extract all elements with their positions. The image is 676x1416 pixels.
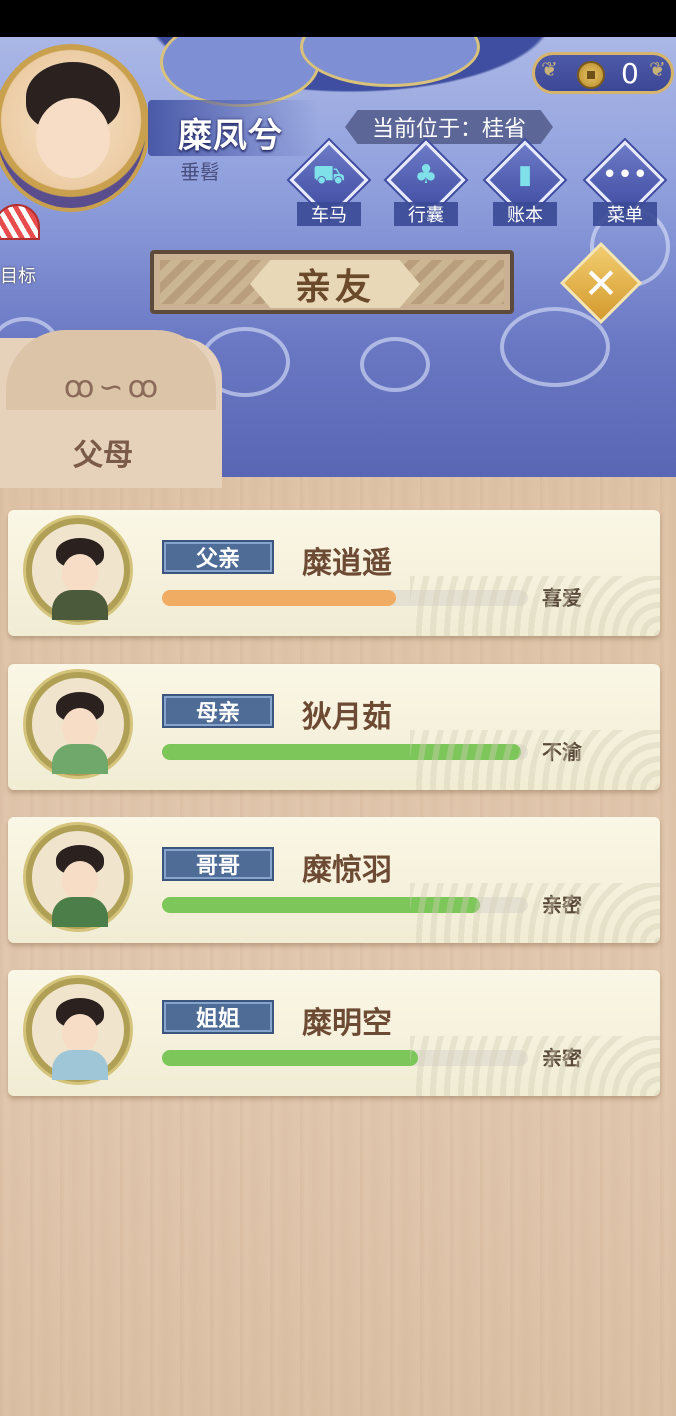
cloud-swirl [500,307,610,387]
relative-name: 糜逍遥 [302,546,392,581]
bamboo-icon: ❦ [541,57,558,81]
nav-label: 菜单 [593,202,657,226]
mood-label: 不渝 [542,740,582,764]
relative-avatar[interactable] [26,978,130,1082]
affinity-bar-fill [162,1050,419,1066]
relation-tag: 姐姐 [162,1000,274,1034]
relative-card[interactable]: 哥哥 糜惊羽 亲密 [8,817,660,943]
coin-counter[interactable]: ❦ 0 ❦ [532,52,674,94]
relative-card[interactable]: 父亲 糜逍遥 喜爱 [8,510,660,636]
nav-bag-button[interactable]: ♣ 行囊 [386,140,466,228]
relative-avatar[interactable] [26,825,130,929]
ledger-icon: ▮ [517,160,533,190]
nav-label: 车马 [297,202,361,226]
relation-tag: 母亲 [162,694,274,728]
mood-label: 亲密 [542,1046,582,1070]
section-title: 亲友 [250,260,420,308]
avatar-outfit [52,744,108,774]
mood-label: 喜爱 [542,586,582,610]
bag-icon: ♣ [414,160,438,190]
avatar-outfit [52,897,108,927]
nav-label: 账本 [493,202,557,226]
player-title: 垂髫 [180,160,220,184]
relation-tag: 哥哥 [162,847,274,881]
avatar-face [62,708,98,748]
nav-ledger-button[interactable]: ▮ 账本 [485,140,565,228]
player-name: 糜凤兮 [178,116,283,156]
cloud-ornament-icon: ꝏ∽ꝏ [63,370,163,405]
relative-card[interactable]: 姐姐 糜明空 亲密 [8,970,660,1096]
relative-avatar[interactable] [26,518,130,622]
tab-label: 父母 [73,438,133,473]
coin-count: 0 [621,57,639,90]
carriage-icon: ⛟ [312,160,346,190]
avatar-face [62,1014,98,1054]
cloud-swirl [360,337,430,392]
avatar-face [62,554,98,594]
avatar-outfit [52,590,108,620]
avatar-outfit [52,1050,108,1080]
nav-carriage-button[interactable]: ⛟ 车马 [289,140,369,228]
relative-name: 狄月茹 [302,700,392,735]
fan-icon [0,204,40,240]
affinity-bar [162,590,528,606]
relative-card[interactable]: 母亲 狄月茹 不渝 [8,664,660,790]
affinity-bar [162,897,528,913]
section-title-banner: 亲友 [150,250,514,314]
relative-name: 糜惊羽 [302,853,392,888]
coin-icon [577,61,605,89]
avatar-face [62,861,98,901]
goal-button[interactable] [0,200,44,260]
relation-tag: 父亲 [162,540,274,574]
avatar-face [36,98,110,178]
relative-name: 糜明空 [302,1006,392,1041]
nav-menu-button[interactable]: ••• 菜单 [585,140,665,228]
affinity-bar-fill [162,744,521,760]
affinity-bar [162,1050,528,1066]
mood-label: 亲密 [542,893,582,917]
close-icon[interactable]: ✕ [572,254,630,312]
goal-label[interactable]: 目标 [0,262,36,288]
affinity-bar [162,744,528,760]
nav-label: 行囊 [394,202,458,226]
status-bar [0,0,676,37]
affinity-bar-fill [162,897,481,913]
location-label: 当前位于：桂省 [345,110,553,144]
menu-icon: ••• [601,160,648,190]
relative-avatar[interactable] [26,672,130,776]
tab-parents[interactable]: ꝏ∽ꝏ 父母 [0,330,222,488]
bamboo-icon: ❦ [649,57,666,81]
banner-pattern: 亲友 [160,260,504,308]
affinity-bar-fill [162,590,397,606]
